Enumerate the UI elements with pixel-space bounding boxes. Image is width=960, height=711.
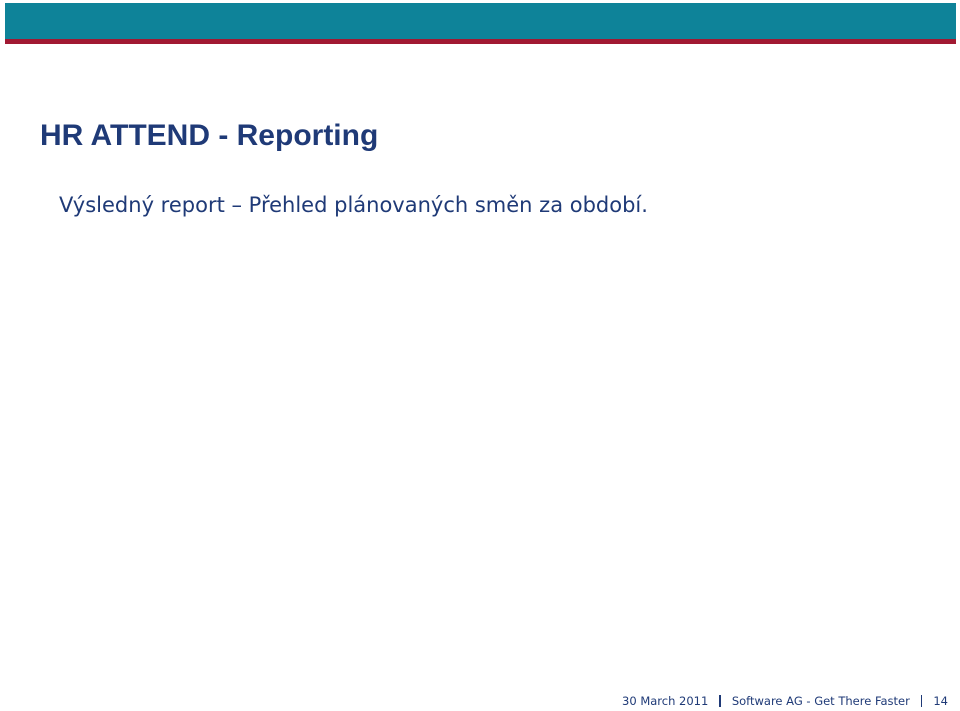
slide-footer: 30 March 2011 Software AG - Get There Fa… <box>622 694 948 708</box>
footer-page-number: 14 <box>933 694 948 708</box>
footer-company: Software AG - Get There Faster <box>731 694 910 708</box>
slide-title: HR ATTEND - Reporting <box>40 119 379 152</box>
slide-subtitle: Výsledný report – Přehled plánovaných sm… <box>59 193 648 217</box>
header-band <box>5 3 956 39</box>
footer-separator <box>719 695 721 707</box>
footer-separator <box>920 695 923 707</box>
header-accent-rule <box>5 39 956 44</box>
footer-date: 30 March 2011 <box>622 694 709 708</box>
